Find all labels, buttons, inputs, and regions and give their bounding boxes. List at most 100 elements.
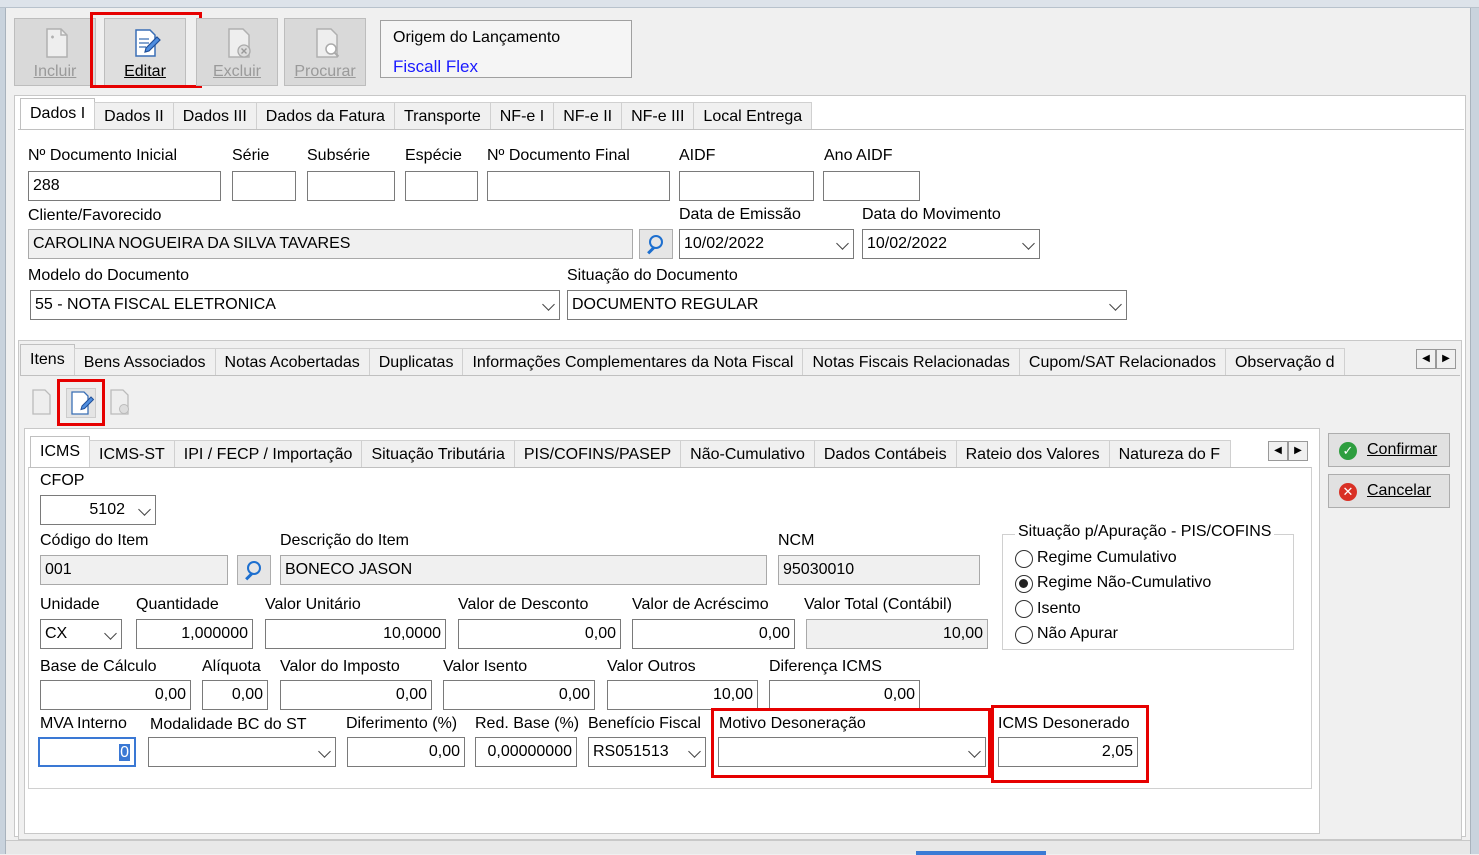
mva-value: 0 <box>119 744 130 761</box>
cliente-field[interactable]: CAROLINA NOGUEIRA DA SILVA TAVARES <box>28 229 633 259</box>
movimento-date-picker[interactable]: 10/02/2022 <box>862 229 1040 259</box>
modelo-label: Modelo do Documento <box>28 267 189 284</box>
radio-isento[interactable] <box>1015 600 1033 618</box>
ncm-field[interactable]: 95030010 <box>778 555 980 585</box>
tab-observacao[interactable]: Observação d <box>1224 348 1345 376</box>
tab-notas-acobertadas[interactable]: Notas Acobertadas <box>214 348 370 376</box>
motivo-highlight <box>711 708 991 778</box>
desconto-field[interactable]: 0,00 <box>458 619 621 649</box>
tab-notas-relacionadas[interactable]: Notas Fiscais Relacionadas <box>802 348 1020 376</box>
scroll-left-icon[interactable]: ◀ <box>1268 441 1288 461</box>
cliente-search-button[interactable] <box>639 229 673 259</box>
item-search-button[interactable] <box>237 555 271 585</box>
modelo-select[interactable]: 55 - NOTA FISCAL ELETRONICA <box>30 290 560 320</box>
redbase-field[interactable]: 0,00000000 <box>475 737 577 767</box>
tab-transporte[interactable]: Transporte <box>393 102 491 130</box>
doc-final-label: Nº Documento Final <box>487 147 630 164</box>
emissao-date-picker[interactable]: 10/02/2022 <box>679 229 854 259</box>
procurar-button[interactable]: Procurar <box>284 18 366 86</box>
descricao-field[interactable]: BONECO JASON <box>280 555 767 585</box>
doc-inicial-field[interactable]: 288 <box>28 171 221 201</box>
tab-dados-fatura[interactable]: Dados da Fatura <box>255 102 395 130</box>
acrescimo-field[interactable]: 0,00 <box>632 619 795 649</box>
situacao-select[interactable]: DOCUMENTO REGULAR <box>567 290 1127 320</box>
tab-icms-st[interactable]: ICMS-ST <box>89 440 175 468</box>
tab-pis-cofins[interactable]: PIS/COFINS/PASEP <box>513 440 682 468</box>
tab-bens-associados[interactable]: Bens Associados <box>73 348 216 376</box>
codigo-label: Código do Item <box>40 532 149 549</box>
tab-ipi-fecp[interactable]: IPI / FECP / Importação <box>173 440 363 468</box>
cancelar-label: Cancelar <box>1367 482 1432 499</box>
tab-informacoes-complementares[interactable]: Informações Complementares da Nota Fisca… <box>462 348 804 376</box>
radio-regime-nao-cumulativo[interactable] <box>1015 575 1033 593</box>
scroll-left-icon[interactable]: ◀ <box>1416 349 1436 369</box>
tab-dados-contabeis[interactable]: Dados Contábeis <box>813 440 957 468</box>
movimento-value: 10/02/2022 <box>867 235 948 252</box>
ano-aidf-field[interactable] <box>823 171 920 201</box>
desonerado-highlight <box>991 705 1149 783</box>
tab-icms[interactable]: ICMS <box>30 436 90 468</box>
codigo-field[interactable]: 001 <box>40 555 228 585</box>
delete-document-icon <box>228 28 251 58</box>
excluir-button[interactable]: Excluir <box>196 18 278 86</box>
incluir-button[interactable]: Incluir <box>14 18 96 86</box>
tab-nfe-ii[interactable]: NF-e II <box>553 102 623 130</box>
chevron-down-icon <box>1109 298 1122 311</box>
mva-field[interactable]: 0 <box>38 737 136 767</box>
chevron-down-icon <box>138 503 151 516</box>
scroll-right-icon[interactable]: ▶ <box>1288 441 1308 461</box>
cancelar-button[interactable]: ✕ Cancelar <box>1328 474 1450 508</box>
situacao-value: DOCUMENTO REGULAR <box>572 296 759 313</box>
window-right-border <box>1470 8 1479 854</box>
tab-nfe-iii[interactable]: NF-e III <box>621 102 695 130</box>
diferenca-field[interactable]: 0,00 <box>769 680 920 710</box>
diferimento-field[interactable]: 0,00 <box>347 737 465 767</box>
valor-unitario-field[interactable]: 10,0000 <box>265 619 446 649</box>
outros-field[interactable]: 10,00 <box>607 680 758 710</box>
radio-regime-cumulativo[interactable] <box>1015 550 1033 568</box>
mid-tabs-scroll: ◀ ▶ <box>1416 349 1456 369</box>
tab-nao-cumulativo[interactable]: Não-Cumulativo <box>680 440 815 468</box>
unidade-select[interactable]: CX <box>40 619 122 649</box>
cfop-select[interactable]: 5102 <box>40 495 156 525</box>
emissao-value: 10/02/2022 <box>684 235 765 252</box>
situacao-label: Situação do Documento <box>567 267 738 284</box>
aidf-label: AIDF <box>679 147 716 164</box>
total-field[interactable]: 10,00 <box>806 619 988 649</box>
base-field[interactable]: 0,00 <box>40 680 191 710</box>
quantidade-field[interactable]: 1,000000 <box>136 619 253 649</box>
aliquota-field[interactable]: 0,00 <box>202 680 268 710</box>
acrescimo-label: Valor de Acréscimo <box>632 596 769 613</box>
ano-aidf-label: Ano AIDF <box>824 147 893 164</box>
subserie-field[interactable] <box>307 171 395 201</box>
doc-final-field[interactable] <box>487 171 670 201</box>
tab-cupom-sat[interactable]: Cupom/SAT Relacionados <box>1018 348 1226 376</box>
especie-field[interactable] <box>405 171 478 201</box>
tab-situacao-tributaria[interactable]: Situação Tributária <box>361 440 515 468</box>
tab-natureza[interactable]: Natureza do F <box>1108 440 1231 468</box>
tab-duplicatas[interactable]: Duplicatas <box>368 348 464 376</box>
tab-dados-i[interactable]: Dados I <box>20 98 96 130</box>
tab-dados-iii[interactable]: Dados III <box>172 102 257 130</box>
modalidade-select[interactable] <box>148 737 336 767</box>
beneficio-select[interactable]: RS051513 <box>588 737 706 767</box>
tab-rateio-valores[interactable]: Rateio dos Valores <box>955 440 1110 468</box>
imposto-field[interactable]: 0,00 <box>280 680 432 710</box>
tab-dados-ii[interactable]: Dados II <box>94 102 174 130</box>
isento-field[interactable]: 0,00 <box>443 680 595 710</box>
item-add-button[interactable] <box>30 388 54 418</box>
item-delete-button[interactable] <box>108 388 132 418</box>
item-edit-highlight <box>57 379 105 426</box>
aidf-field[interactable] <box>679 171 814 201</box>
scroll-right-icon[interactable]: ▶ <box>1436 349 1456 369</box>
emissao-label: Data de Emissão <box>679 206 801 223</box>
confirmar-button[interactable]: ✓ Confirmar <box>1328 433 1450 467</box>
tab-itens[interactable]: Itens <box>20 344 75 376</box>
new-document-icon <box>46 28 68 58</box>
descricao-label: Descrição do Item <box>280 532 409 549</box>
radio-nao-apurar[interactable] <box>1015 626 1033 644</box>
tab-local-entrega[interactable]: Local Entrega <box>693 102 813 130</box>
tab-nfe-i[interactable]: NF-e I <box>489 102 555 130</box>
chevron-down-icon <box>318 745 331 758</box>
serie-field[interactable] <box>232 171 296 201</box>
